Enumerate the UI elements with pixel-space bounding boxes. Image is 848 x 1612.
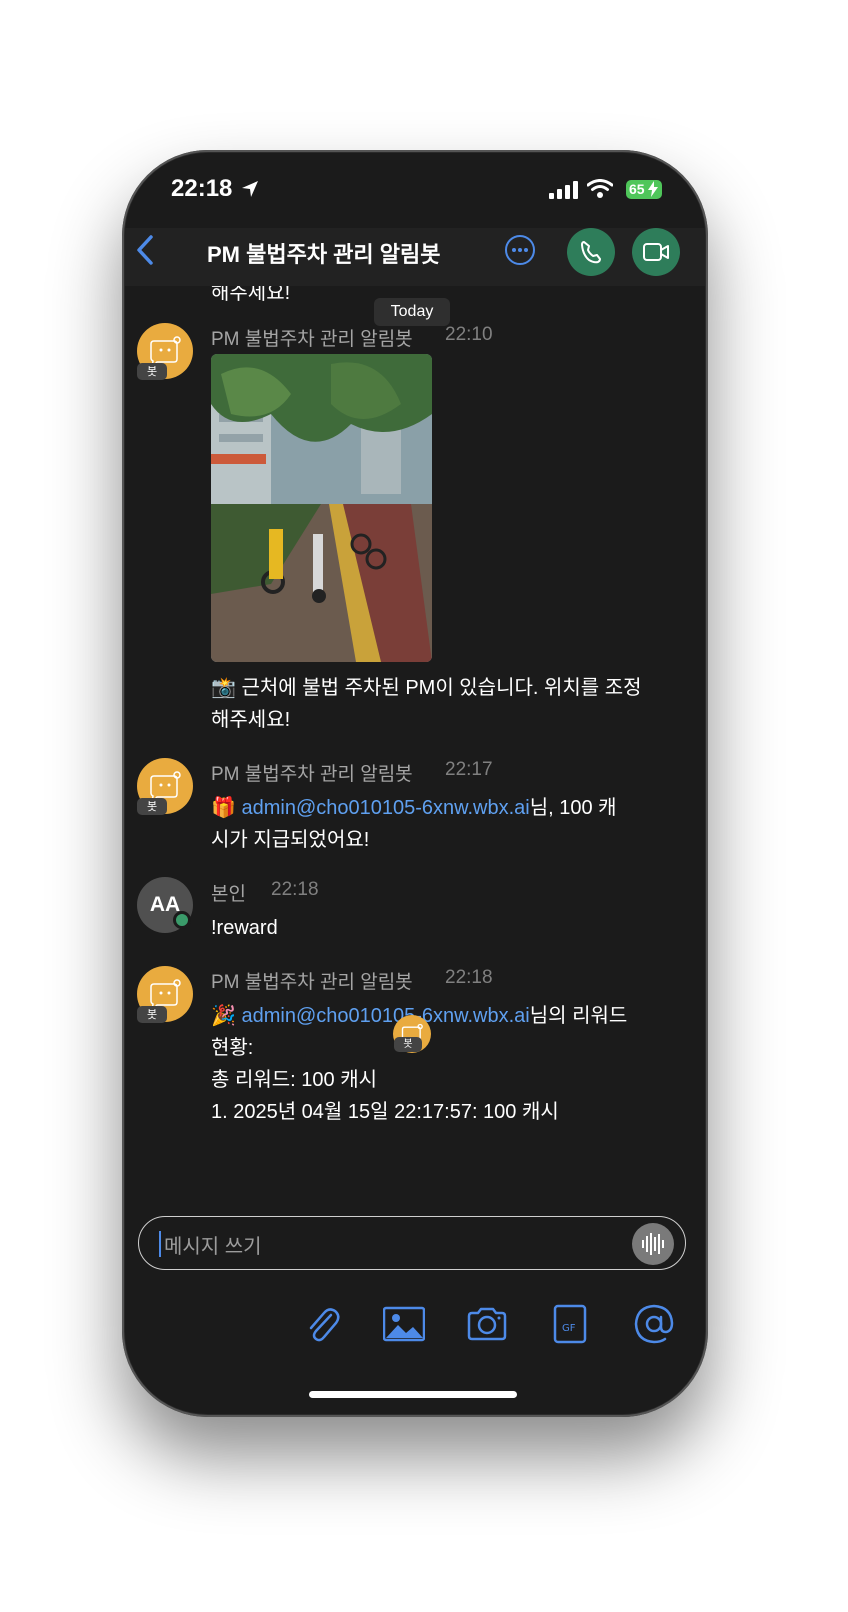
bot-badge: 봇	[137, 798, 167, 815]
message-input-placeholder[interactable]: 메시지 쓰기	[164, 1230, 262, 1259]
mention-link[interactable]: admin@cho010105-6xnw.wbx.ai	[241, 797, 529, 819]
cut-off-message-text: 해주세요!	[211, 286, 291, 304]
status-bar: 22:18 65	[125, 153, 705, 228]
dot-icon	[524, 248, 528, 252]
waveform-icon	[642, 1233, 664, 1255]
message-sender: PM 불법주차 관리 알림봇	[211, 329, 413, 350]
message-time: 22:17	[445, 759, 493, 780]
dot-icon	[518, 248, 522, 252]
bot-badge: 봇	[394, 1037, 422, 1052]
back-chevron-icon[interactable]	[135, 234, 155, 266]
mention-link[interactable]: admin@cho010105-6xnw.wbx.ai	[241, 1005, 529, 1027]
message-time: 22:18	[271, 879, 319, 900]
date-separator: Today	[374, 298, 450, 326]
bot-badge: 봇	[137, 1006, 167, 1023]
video-camera-icon	[643, 243, 669, 261]
message-text: 🎁 admin@cho010105-6xnw.wbx.ai님, 100 캐 시가…	[211, 792, 691, 856]
party-emoji: 🎉	[211, 1005, 236, 1027]
message-time: 22:18	[445, 967, 493, 988]
message-sender: PM 불법주차 관리 알림봇	[211, 764, 413, 785]
more-options-button[interactable]	[505, 235, 535, 265]
message-text: !reward	[211, 917, 278, 939]
bot-badge: 봇	[137, 363, 167, 380]
dot-icon	[512, 248, 516, 252]
online-status-dot	[173, 911, 191, 929]
message-sender: PM 불법주차 관리 알림봇	[211, 972, 413, 993]
paperclip-icon[interactable]	[301, 1303, 343, 1345]
chat-title: PM 불법주차 관리 알림봇	[207, 242, 441, 267]
camera-icon[interactable]	[466, 1303, 508, 1345]
image-gallery-icon[interactable]	[383, 1303, 425, 1345]
voice-input-button[interactable]	[632, 1223, 674, 1265]
gif-button[interactable]: GF	[553, 1303, 595, 1345]
location-arrow-icon	[242, 181, 258, 197]
street-photo-image	[211, 354, 432, 662]
message-input[interactable]: 메시지 쓰기	[138, 1216, 686, 1270]
message-text: 🎉 admin@cho010105-6xnw.wbx.ai님의 리워드 현황: …	[211, 1000, 691, 1128]
text-cursor	[159, 1231, 161, 1257]
message-list[interactable]: 해주세요! Today 봇 PM 불법주차 관리 알림봇 22:10 📸 근처에…	[125, 286, 705, 1216]
message-text: 📸 근처에 불법 주차된 PM이 있습니다. 위치를 조정 해주세요!	[211, 677, 642, 731]
phone-icon	[581, 241, 601, 264]
chat-screen: 22:18 65 PM 불법주차 관리 알림봇 해주세요! Today 봇 PM…	[125, 153, 705, 1414]
mention-at-icon[interactable]	[633, 1303, 675, 1345]
parked-pm-photo[interactable]	[211, 354, 432, 662]
status-time: 22:18	[171, 175, 233, 202]
voice-call-button[interactable]	[567, 228, 615, 276]
gift-emoji: 🎁	[211, 797, 236, 819]
message-sender: 본인	[211, 884, 246, 905]
home-indicator[interactable]	[309, 1391, 517, 1398]
wifi-icon	[587, 179, 613, 198]
video-call-button[interactable]	[632, 228, 680, 276]
message-time: 22:10	[445, 324, 493, 345]
gif-label: GF	[562, 1323, 576, 1334]
charging-bolt-icon	[648, 181, 658, 197]
cellular-signal-icon	[549, 181, 578, 199]
